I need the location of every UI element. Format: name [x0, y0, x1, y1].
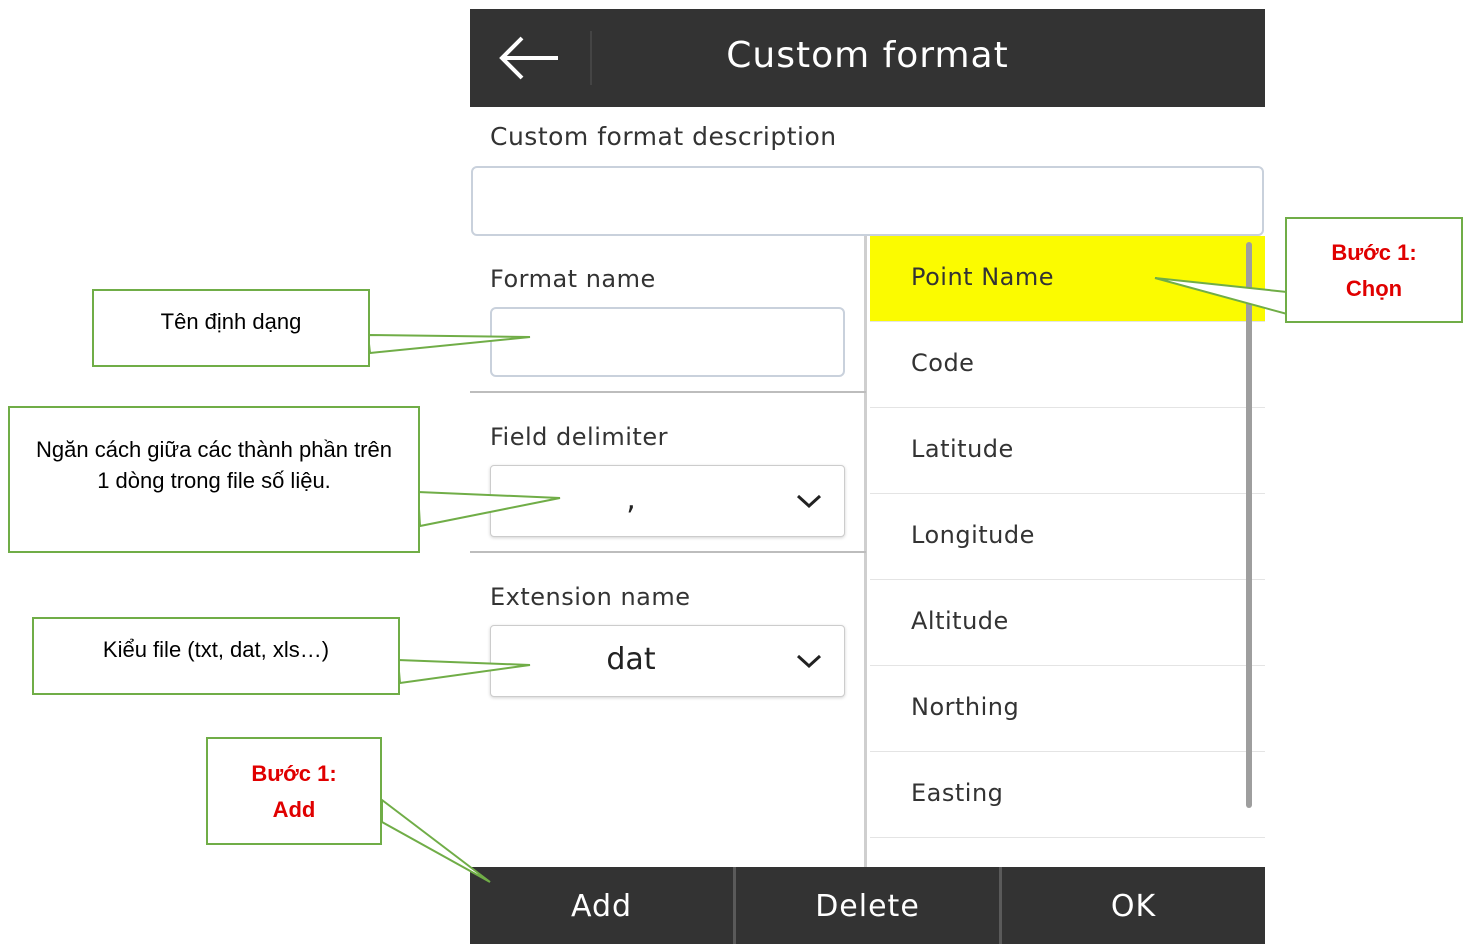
field-item-latitude[interactable]: Latitude [870, 408, 1265, 494]
field-item-point-name[interactable]: Point Name [870, 236, 1265, 322]
callout-format-name: Tên định dạng [92, 289, 370, 367]
section-divider [470, 391, 866, 393]
chevron-down-icon [796, 654, 822, 669]
scrollbar[interactable] [1246, 242, 1252, 808]
description-input[interactable] [471, 166, 1264, 236]
field-item-easting[interactable]: Easting [870, 752, 1265, 838]
field-item-altitude[interactable]: Altitude [870, 580, 1265, 666]
format-name-label: Format name [490, 265, 656, 293]
callout-extension: Kiểu file (txt, dat, xls…) [32, 617, 400, 695]
callout-step-select-line1: Bước 1: [1331, 240, 1417, 265]
field-item-northing[interactable]: Northing [870, 666, 1265, 752]
section-divider [470, 551, 866, 553]
add-button[interactable]: Add [470, 867, 733, 944]
callout-delimiter: Ngăn cách giữa các thành phần trên 1 dòn… [8, 406, 420, 553]
callout-step-add-line2: Add [272, 797, 316, 822]
app-bar: Custom format [470, 9, 1265, 107]
custom-format-screen: Custom format Custom format description … [470, 9, 1265, 944]
extension-name-value: dat [606, 642, 656, 677]
format-name-input[interactable] [490, 307, 845, 377]
callout-step-add: Bước 1: Add [206, 737, 382, 845]
extension-name-select[interactable]: dat [490, 625, 845, 697]
callout-step-add-line1: Bước 1: [251, 761, 337, 786]
page-title: Custom format [726, 35, 1009, 76]
field-item-longitude[interactable]: Longitude [870, 494, 1265, 580]
ok-button[interactable]: OK [999, 867, 1265, 944]
field-delimiter-select[interactable]: , [490, 465, 845, 537]
annotated-screenshot: Custom format Custom format description … [0, 0, 1470, 944]
callout-step-select-line2: Chọn [1345, 276, 1403, 301]
field-item-code[interactable]: Code [870, 322, 1265, 408]
chevron-down-icon [796, 494, 822, 509]
callout-step-select: Bước 1: Chọn [1285, 217, 1463, 323]
description-label: Custom format description [490, 122, 837, 151]
extension-name-label: Extension name [490, 583, 691, 611]
field-list: Point Name Code Latitude Longitude Altit… [870, 236, 1265, 868]
field-delimiter-value: , [626, 482, 636, 517]
field-delimiter-label: Field delimiter [490, 423, 668, 451]
delete-button[interactable]: Delete [733, 867, 999, 944]
bottom-action-bar: Add Delete OK [470, 867, 1265, 944]
